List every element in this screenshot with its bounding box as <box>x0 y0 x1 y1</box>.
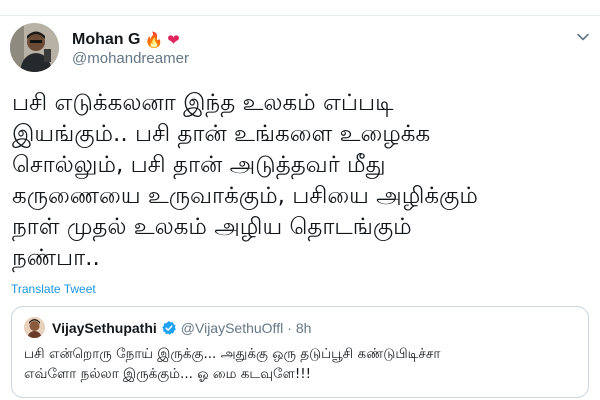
quoted-tweet-card[interactable]: VijaySethupathi @VijaySethuOffl · 8h பசி… <box>11 306 589 398</box>
quoted-tweet-header: VijaySethupathi @VijaySethuOffl · 8h <box>52 318 311 338</box>
tweet-text-line: கருணையை உருவாக்கும், பசியை அழிக்கும் <box>12 183 478 209</box>
quoted-author-avatar-image <box>24 317 45 338</box>
quoted-separator: · <box>287 320 292 336</box>
quoted-text-line: எவ்ளோ நல்லா இருக்கும்... ஓ மை கடவுளே!!! <box>24 366 312 382</box>
quoted-handle: @VijaySethuOffl <box>180 320 284 336</box>
translate-tweet-link[interactable]: Translate Tweet <box>11 282 96 296</box>
tweet-text-line: நண்பா.. <box>12 245 100 271</box>
author-handle[interactable]: @mohandreamer <box>72 50 189 67</box>
tweet-text-line: இயங்கும்.. பசி தான் உங்களை உழைக்க <box>12 121 431 147</box>
author-avatar[interactable] <box>10 23 59 72</box>
heart-emoji: ❤ <box>167 30 180 49</box>
quoted-author-avatar <box>24 317 45 338</box>
tweet-text: பசி எடுக்கலனா இந்த உலகம் எப்படி இயங்கும்… <box>12 88 592 274</box>
author-display-name[interactable]: Mohan G <box>72 31 140 49</box>
tweet-text-line: நாள் முதல் உலகம் அழிய தொடங்கும் <box>12 214 412 240</box>
author-name-row: Mohan G 🔥 ❤ <box>72 29 180 51</box>
tweet-text-line: சொல்லும், பசி தான் அடுத்தவர் மீது <box>12 152 386 178</box>
verified-badge-icon <box>161 321 176 335</box>
quoted-timestamp: 8h <box>295 320 312 336</box>
tweet-text-line: பசி எடுக்கலனா இந்த உலகம் எப்படி <box>12 90 394 116</box>
fire-emoji: 🔥 <box>144 30 164 49</box>
top-divider <box>0 15 600 16</box>
quoted-tweet-text: பசி என்றொரு நோய் இருக்கு... அதுக்கு ஒரு … <box>24 344 584 384</box>
author-avatar-image <box>10 23 59 72</box>
quoted-text-line: பசி என்றொரு நோய் இருக்கு... அதுக்கு ஒரு … <box>24 346 441 362</box>
chevron-down-icon[interactable] <box>576 30 590 44</box>
quoted-display-name: VijaySethupathi <box>52 320 157 336</box>
